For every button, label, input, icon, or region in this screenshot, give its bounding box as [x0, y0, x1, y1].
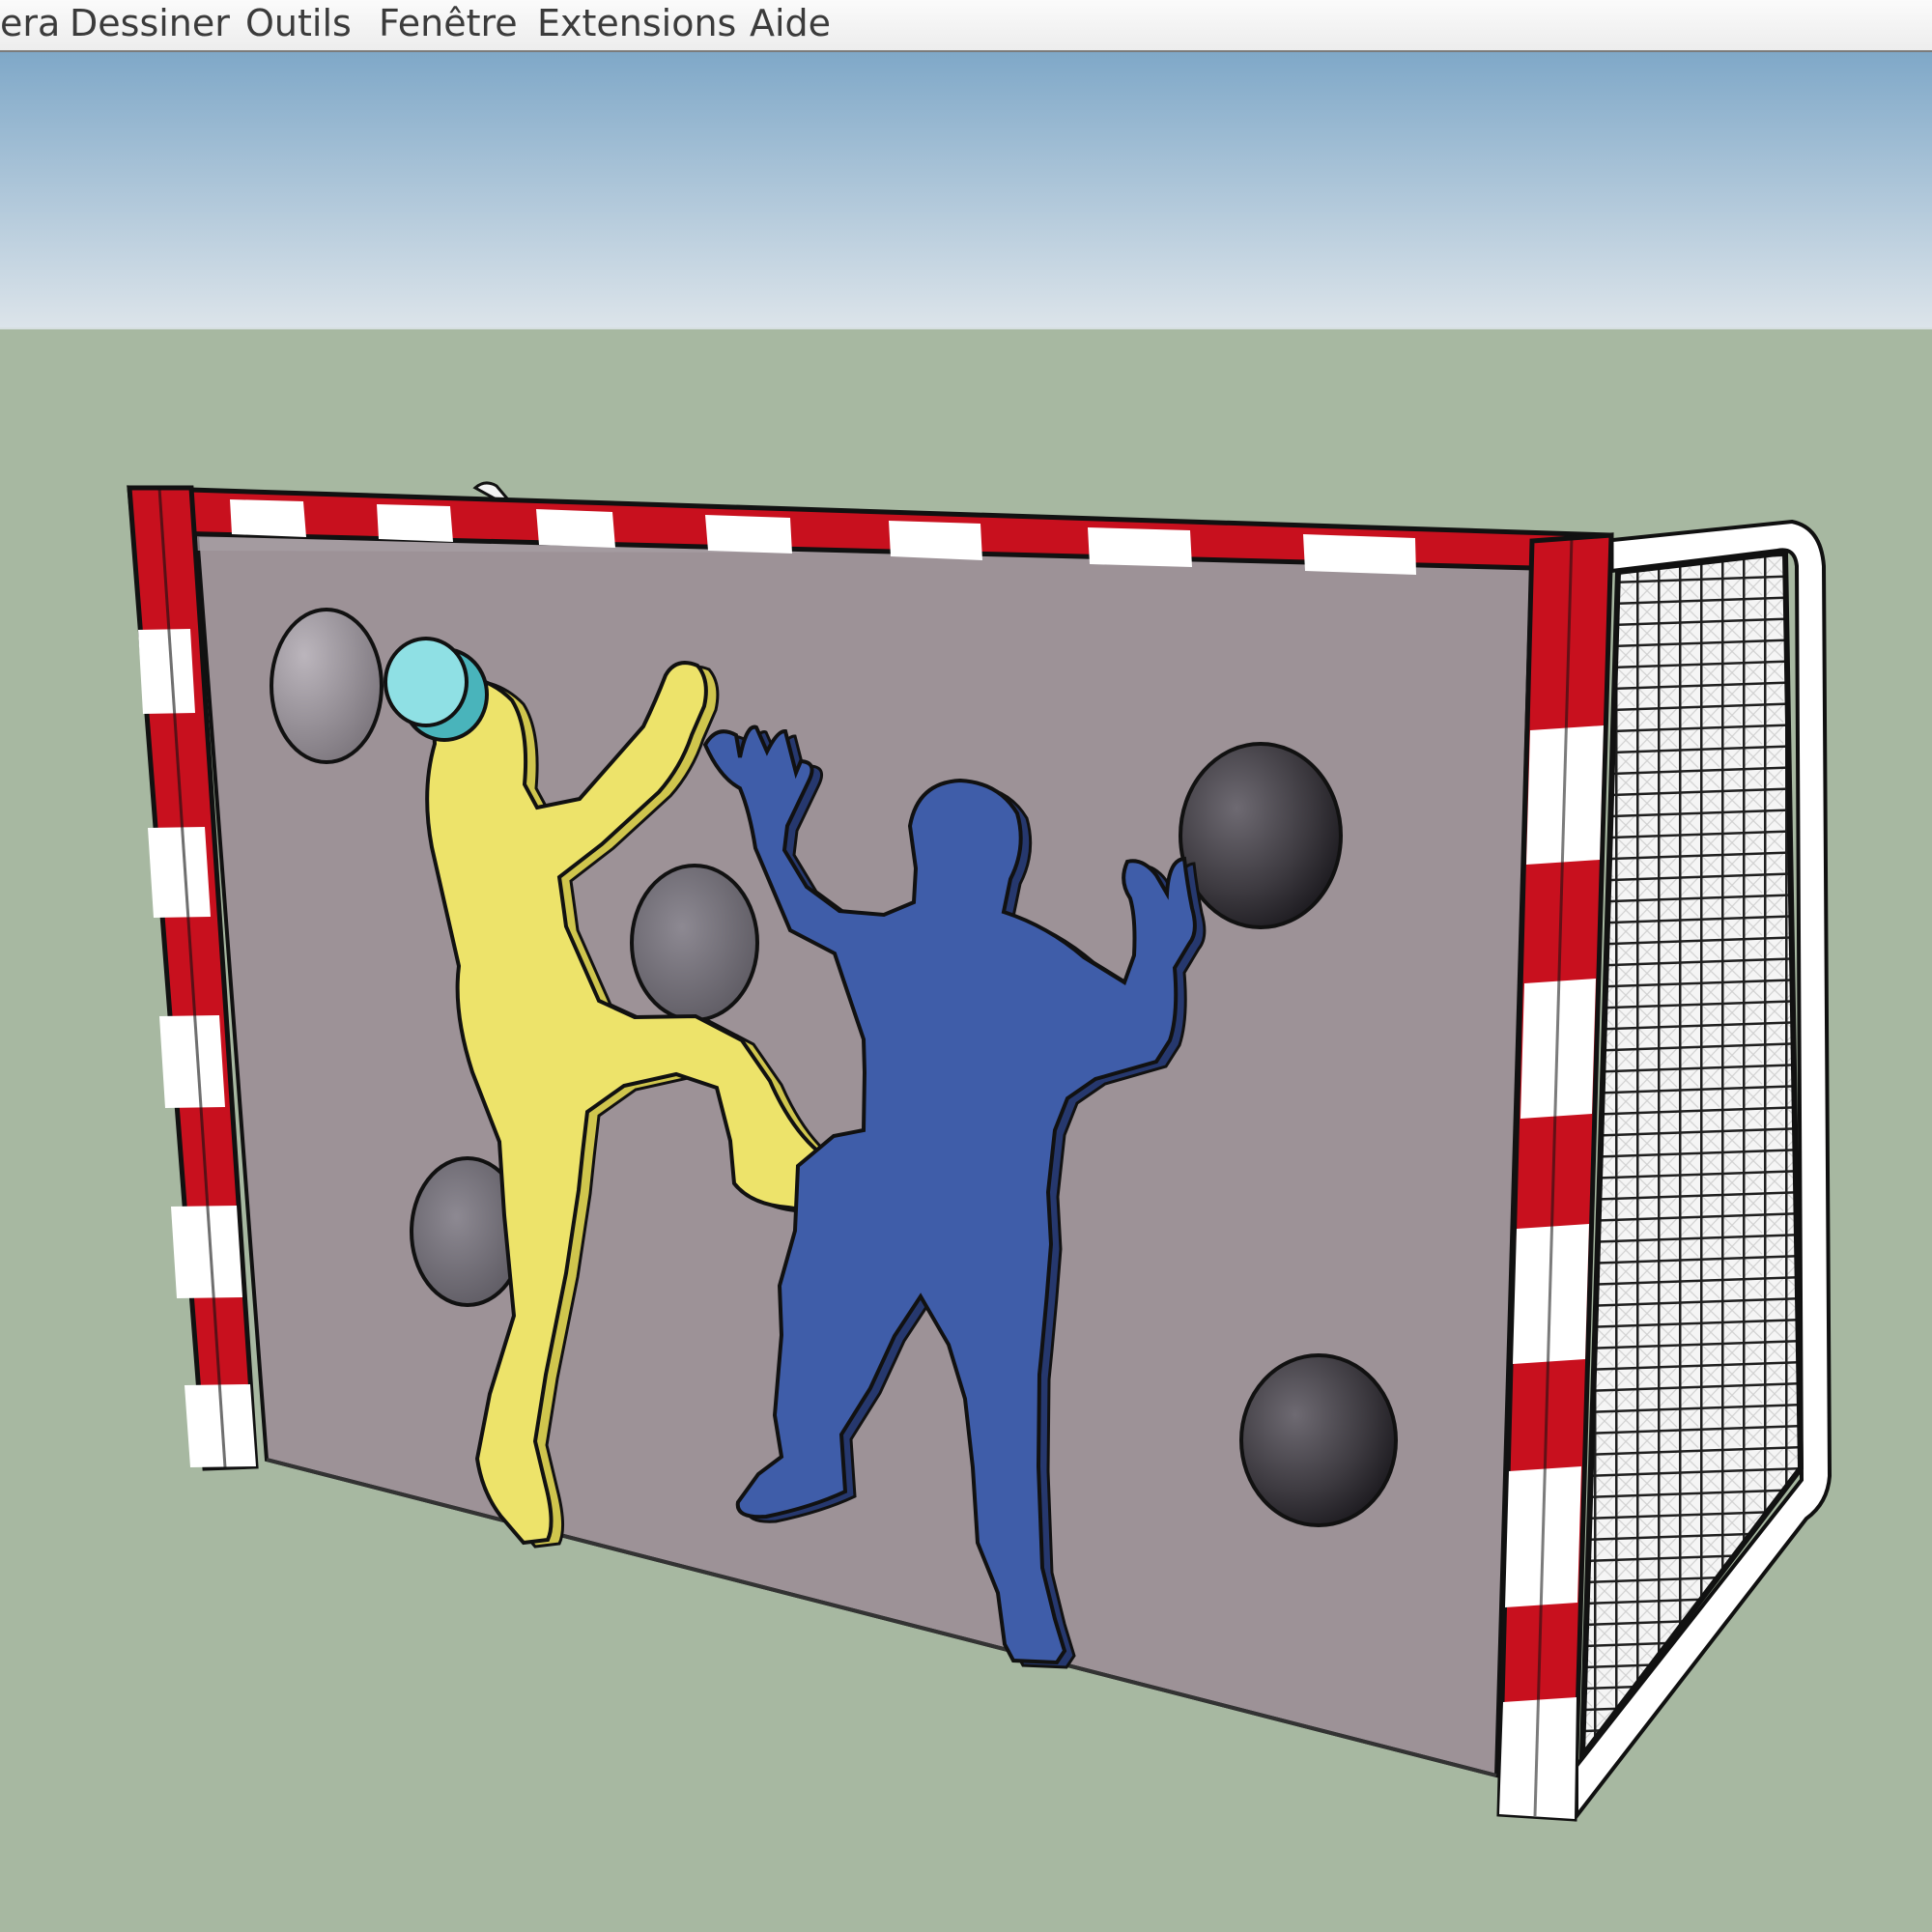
menu-item-outils[interactable]: Outils — [245, 2, 352, 44]
sketchup-window: era Dessiner Outils Fenêtre Extensions A… — [0, 0, 1932, 1932]
target-hole-top-right — [1179, 742, 1343, 929]
menu-item-fenetre[interactable]: Fenêtre — [379, 2, 518, 44]
3d-scene[interactable] — [0, 52, 1932, 1932]
menu-item-aide[interactable]: Aide — [750, 2, 831, 44]
menu-item-extensions[interactable]: Extensions — [537, 2, 736, 44]
target-hole-top-left — [270, 608, 384, 764]
sky-background — [0, 52, 1932, 328]
modeling-viewport[interactable] — [0, 52, 1932, 1932]
target-hole-middle — [630, 864, 759, 1022]
menu-bar: era Dessiner Outils Fenêtre Extensions A… — [0, 0, 1932, 52]
menu-item-dessiner[interactable]: Dessiner — [70, 2, 230, 44]
menu-item-camera[interactable]: era — [0, 2, 60, 44]
target-hole-bottom-right — [1239, 1353, 1398, 1527]
